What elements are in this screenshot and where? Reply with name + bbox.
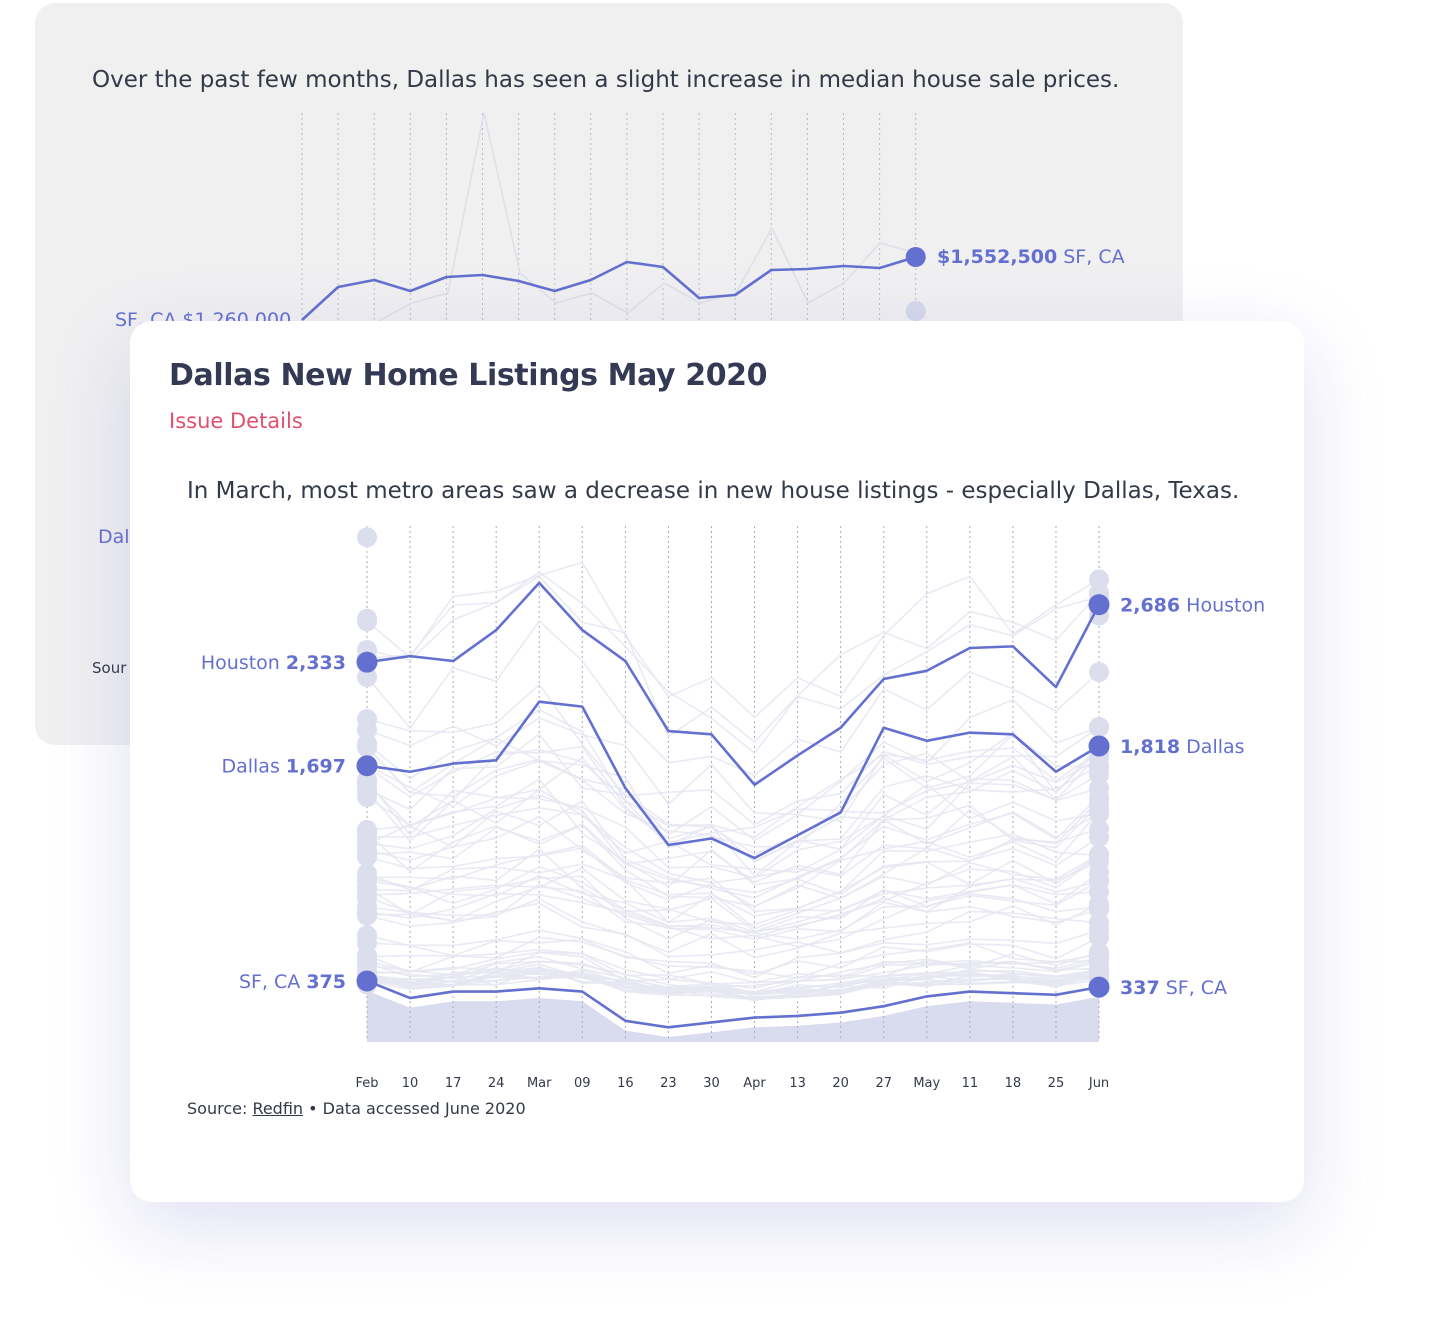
- background-end-dot: [1089, 717, 1110, 738]
- x-tick-label: Jun: [1088, 1076, 1109, 1091]
- background-end-dot: [1089, 871, 1110, 892]
- background-faint-line: [374, 112, 917, 324]
- background-series-line: [366, 779, 1100, 879]
- dallas-start-dot: [356, 755, 378, 777]
- sf-ca-end-label: 337 SF, CA: [1120, 977, 1227, 999]
- background-end-dot: [905, 247, 926, 267]
- background-start-dot: [357, 846, 377, 867]
- background-start-dot: [357, 904, 377, 925]
- background-series-line: [366, 810, 1100, 908]
- background-end-dot: [1089, 927, 1110, 948]
- sf-ca-end-dot: [1088, 976, 1110, 998]
- x-tick-label: 16: [617, 1076, 634, 1091]
- houston-end-name: Houston: [1180, 595, 1265, 617]
- dallas-start-value: 1,697: [286, 756, 346, 778]
- houston-end-label: 2,686 Houston: [1120, 595, 1265, 617]
- x-tick-label: 17: [445, 1076, 462, 1091]
- background-start-dot: [357, 719, 377, 740]
- x-tick-label: 20: [832, 1076, 849, 1091]
- source-prefix: Source:: [187, 1099, 248, 1118]
- houston-line: [366, 581, 1101, 787]
- background-start-dot: [357, 867, 377, 888]
- x-tick-label: 18: [1005, 1076, 1022, 1091]
- background-start-dot: [357, 527, 377, 548]
- background-series-line: [366, 683, 1100, 826]
- x-tick-label: 10: [402, 1076, 419, 1091]
- background-end-dot: [1089, 786, 1110, 807]
- x-tick-label: 27: [875, 1076, 892, 1091]
- background-end-name: SF, CA: [1063, 246, 1125, 268]
- source-suffix: • Data accessed June 2020: [308, 1099, 526, 1118]
- dallas-end-value: 1,818: [1120, 736, 1180, 758]
- dallas-start-name: Dallas: [221, 756, 285, 778]
- houston-start-name: Houston: [201, 652, 286, 674]
- x-tick-label: 30: [703, 1076, 720, 1091]
- x-tick-label: 23: [660, 1076, 677, 1091]
- background-start-dot: [357, 932, 377, 953]
- houston-start-label: Houston 2,333: [201, 652, 346, 674]
- x-tick-label: Mar: [527, 1076, 552, 1091]
- chart-source: Source: Redfin • Data accessed June 2020: [187, 1099, 526, 1118]
- sf-ca-start-name: SF, CA: [239, 971, 306, 993]
- background-end-dot: [1089, 662, 1110, 683]
- background-end-dot: [1089, 899, 1110, 920]
- source-link[interactable]: Redfin: [252, 1099, 303, 1118]
- sf-ca-start-value: 375: [306, 971, 346, 993]
- background-series-line: [366, 561, 1100, 719]
- background-source: Sour: [92, 659, 127, 677]
- sf-ca-start-label: SF, CA 375: [239, 971, 346, 993]
- sf-ca-start-dot: [356, 970, 378, 992]
- houston-end-dot: [1088, 594, 1110, 616]
- x-tick-label: 13: [789, 1076, 806, 1091]
- background-sf-line: [301, 255, 917, 321]
- houston-start-value: 2,333: [286, 652, 346, 674]
- sf-ca-end-name: SF, CA: [1160, 977, 1227, 999]
- background-end-value: $1,552,500: [937, 246, 1058, 268]
- dallas-end-name: Dallas: [1180, 736, 1244, 758]
- x-tick-label: May: [913, 1076, 940, 1091]
- background-end-dot: [1089, 827, 1110, 848]
- background-start-dot: [357, 786, 377, 807]
- x-tick-label: 11: [962, 1076, 979, 1091]
- background-end-dot: [1089, 844, 1110, 865]
- background-end-label: $1,552,500 SF, CA: [937, 246, 1125, 268]
- x-tick-label: Apr: [743, 1076, 766, 1091]
- background-start-dot: [357, 608, 377, 629]
- houston-start-dot: [356, 651, 378, 673]
- dallas-start-label: Dallas 1,697: [221, 756, 346, 778]
- houston-end-value: 2,686: [1120, 595, 1180, 617]
- background-dallas-label: Dal: [98, 526, 130, 548]
- x-tick-label: 24: [488, 1076, 505, 1091]
- dallas-end-label: 1,818 Dallas: [1120, 736, 1245, 758]
- background-series-line: [366, 571, 1100, 755]
- background-start-dot: [357, 820, 377, 841]
- x-tick-label: Feb: [355, 1076, 378, 1091]
- listings-line-chart: Houston 2,333 Dallas 1,697 SF, CA 375 2,686…: [201, 526, 1265, 1091]
- front-card: Dallas New Home Listings May 2020 Issue …: [130, 321, 1304, 1202]
- x-tick-label: 25: [1048, 1076, 1065, 1091]
- background-series-line: [366, 708, 1100, 839]
- background-end-dot-faint: [905, 301, 926, 321]
- sf-ca-end-value: 337: [1120, 977, 1160, 999]
- dallas-end-dot: [1088, 735, 1110, 757]
- x-tick-label: 09: [574, 1076, 591, 1091]
